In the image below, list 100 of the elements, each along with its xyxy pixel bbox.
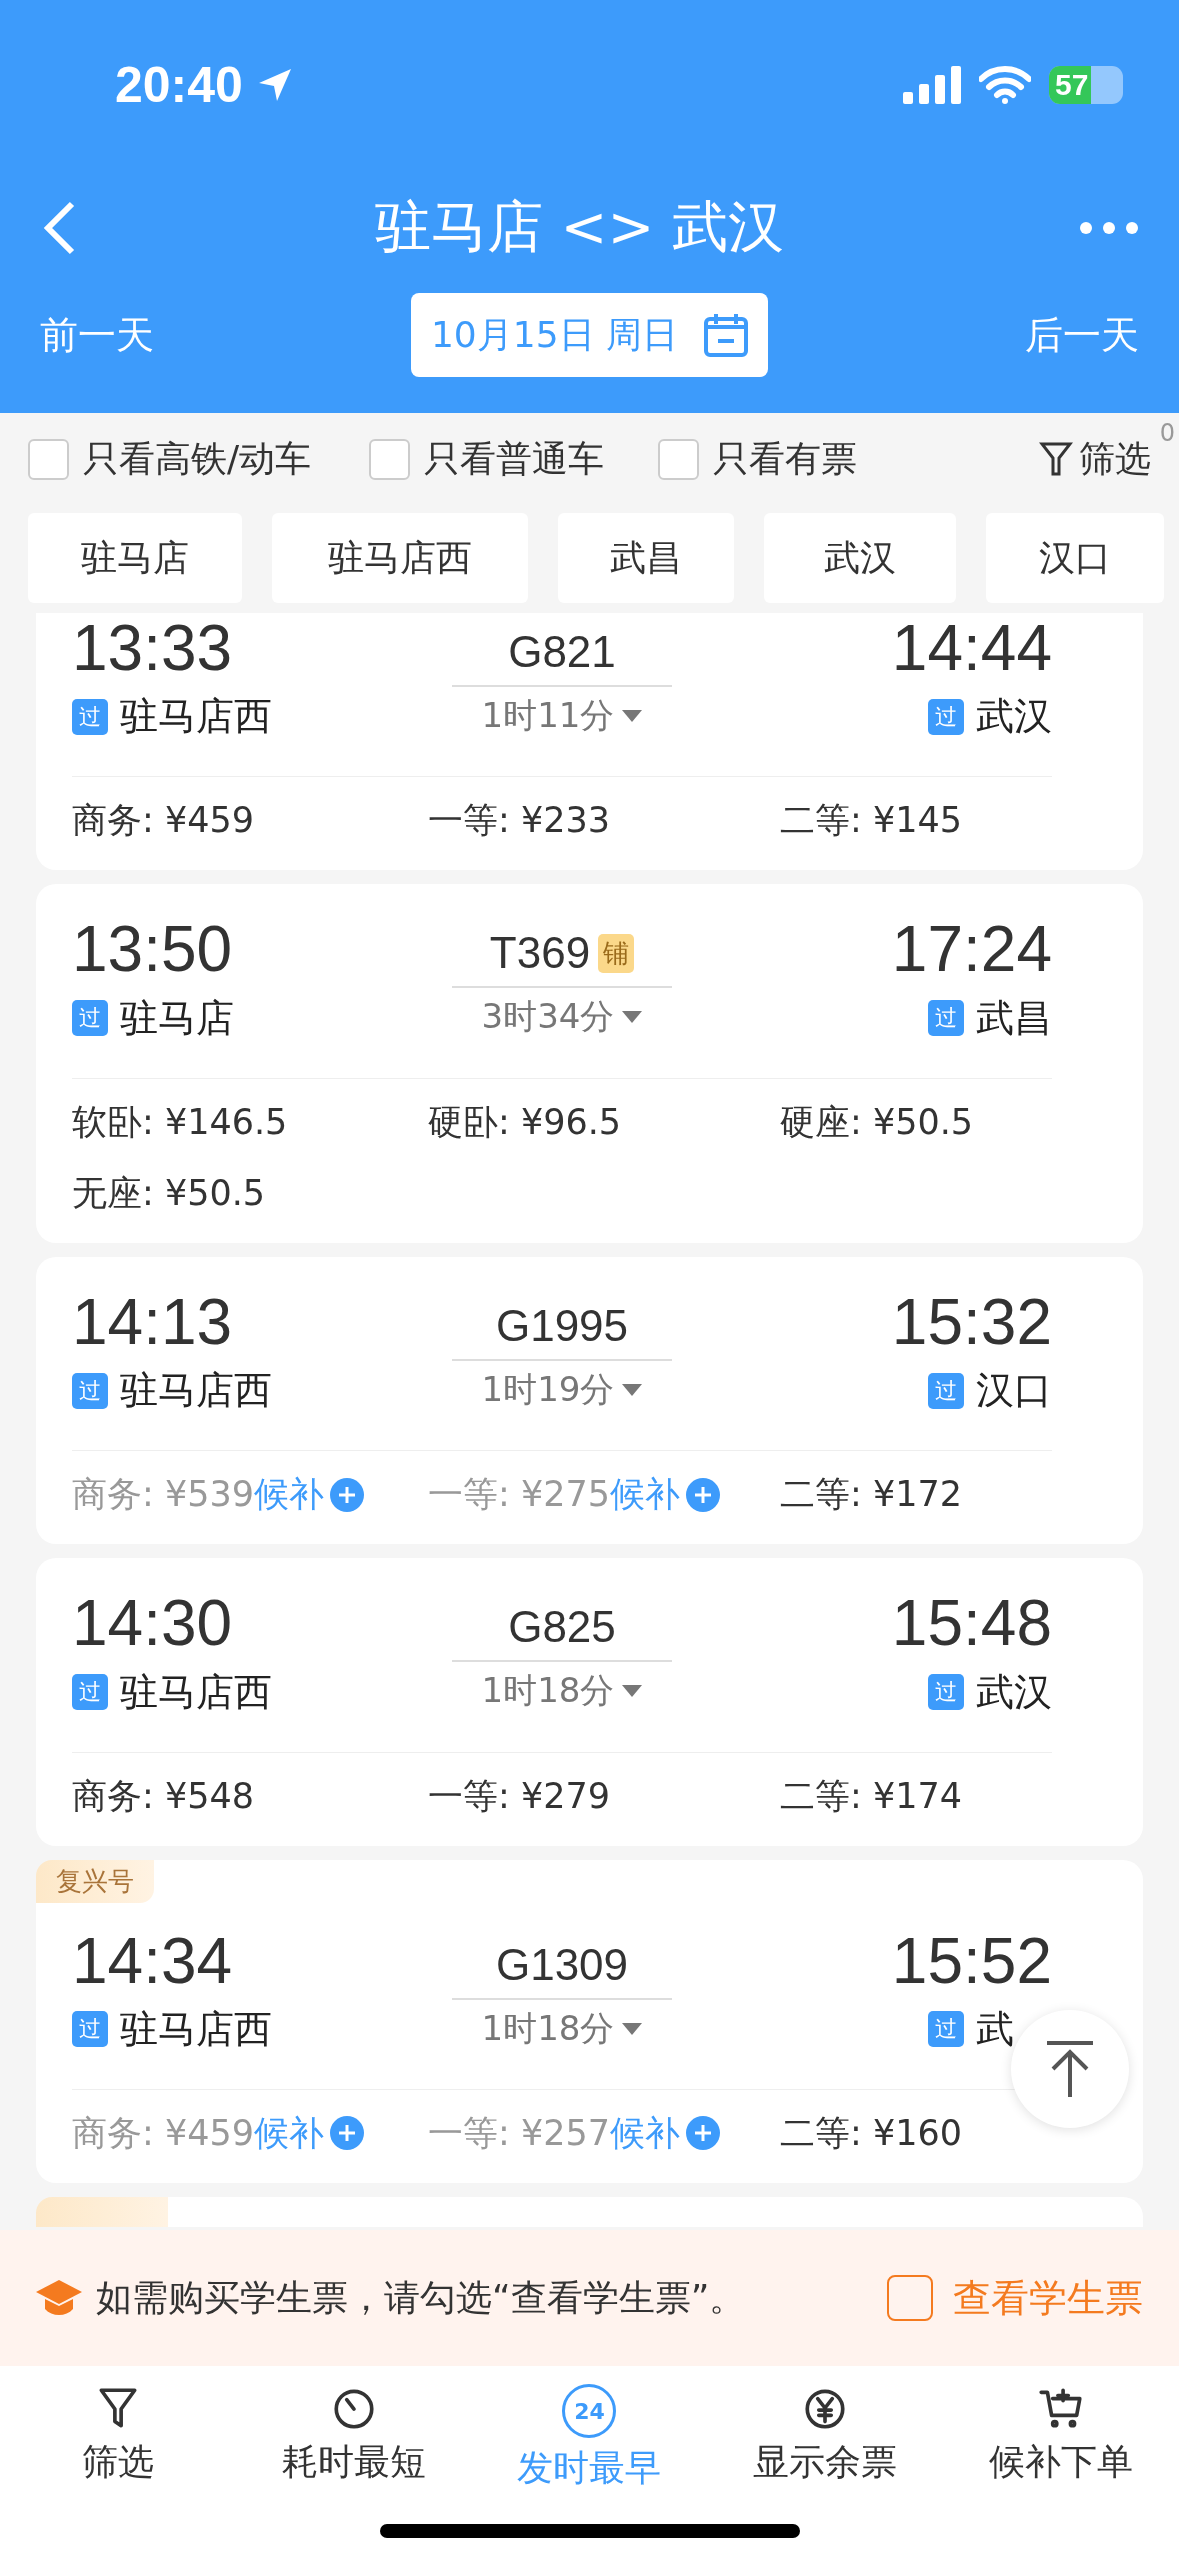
signal-icon [903, 66, 961, 104]
station-tag: 过 [72, 2011, 108, 2048]
arrival-station: 汉口 [976, 1367, 1052, 1415]
train-card[interactable]: 13:50 过 驻马店 T369 铺 3时34分 17:24 过 武昌 软卧: ¥146.5 硬卧: ¥96.5 硬座: ¥50.5 无座: ¥50.5 [36, 884, 1143, 1243]
battery-icon: 57 [1049, 66, 1123, 104]
seat-price: 硬座: ¥50.5 [780, 1100, 974, 1144]
station-tag: 过 [928, 1674, 964, 1711]
caret-icon [622, 710, 643, 722]
filter-checkbox[interactable] [658, 438, 700, 480]
seat-price: 无座: ¥50.5 [72, 1171, 266, 1215]
seat-price: 二等: ¥172 [780, 1473, 962, 1517]
caret-icon [622, 1685, 643, 1698]
caret-icon [622, 2022, 643, 2035]
station-tag: 过 [72, 1000, 108, 1037]
filter-label: 只看普通车 [424, 436, 605, 481]
arrival-station: 武昌 [976, 994, 1052, 1042]
seat-price: 二等: ¥160 [780, 2111, 962, 2155]
train-badge: 复兴号 [36, 1859, 154, 1903]
station-tag: 过 [72, 698, 108, 735]
station-tag: 过 [928, 1000, 964, 1037]
train-card[interactable]: 复兴号 14:34 过 驻马店西 G1309 1时18分 15:52 过 武 商务: ¥459候补 一等: ¥257候补 二等: ¥160 [36, 1859, 1143, 2183]
status-time: 20:40 [115, 56, 243, 114]
arrival-time: 17:24 [891, 914, 1052, 985]
station-tag: 过 [928, 2011, 964, 2048]
seat-price: 软卧: ¥146.5 [72, 1100, 288, 1144]
seat-price: 二等: ¥174 [780, 1774, 962, 1818]
station-tab[interactable]: 驻马店西 [272, 513, 528, 603]
student-ticket-label: 查看学生票 [953, 2274, 1143, 2322]
filter-checkbox[interactable] [369, 438, 411, 480]
wifi-icon [979, 66, 1031, 104]
departure-station: 驻马店西 [120, 2005, 272, 2053]
seat-price: 一等: ¥275 [428, 1473, 610, 1517]
duration-toggle[interactable]: 3时34分 [481, 994, 643, 1041]
train-number: G821 [508, 627, 616, 677]
departure-station: 驻马店 [120, 994, 234, 1042]
arrival-time: 15:48 [891, 1588, 1052, 1659]
graduation-cap-icon [36, 2278, 82, 2318]
departure-time: 14:13 [72, 1286, 233, 1358]
bottom-tab[interactable]: 耗时最短 [235, 2384, 472, 2556]
departure-time: 14:30 [72, 1588, 233, 1659]
seat-price: 一等: ¥257 [428, 2111, 610, 2155]
seat-price: 商务: ¥459 [72, 2111, 254, 2155]
arrow-up-icon [1045, 2039, 1095, 2099]
arrival-station: 武 [976, 2005, 1015, 2053]
arrival-time: 14:44 [891, 613, 1052, 684]
station-tab[interactable]: 武昌 [558, 513, 734, 603]
train-number: G1309 [495, 1939, 629, 1990]
train-card[interactable]: 13:33 过 驻马店西 G821 1时11分 14:44 过 武汉 商务: ¥459 一等: ¥233 二等: ¥145 [36, 613, 1143, 871]
station-tab[interactable]: 汉口 [986, 513, 1164, 603]
add-icon [686, 1477, 720, 1512]
train-card[interactable]: 14:13 过 驻马店西 G1995 1时19分 15:32 过 汉口 商务: ¥539候补 一等: ¥275候补 二等: ¥172 [36, 1256, 1143, 1545]
station-tab[interactable]: 武汉 [764, 513, 956, 603]
caret-icon [622, 1011, 643, 1024]
arrival-station: 武汉 [976, 693, 1052, 741]
arrival-time: 15:52 [891, 1925, 1052, 1996]
seat-price: 一等: ¥233 [428, 799, 610, 843]
arrival-time: 15:32 [891, 1286, 1052, 1358]
departure-station: 驻马店西 [120, 1668, 272, 1716]
calendar-icon [702, 311, 751, 359]
departure-station: 驻马店西 [120, 693, 272, 741]
train-number: G1995 [495, 1300, 629, 1351]
departure-station: 驻马店西 [120, 1367, 272, 1415]
departure-time: 13:33 [72, 613, 233, 684]
duration-toggle[interactable]: 1时11分 [481, 693, 643, 739]
filter-checkbox[interactable] [28, 438, 69, 480]
duration-toggle[interactable]: 1时19分 [481, 1366, 643, 1413]
bottom-tab[interactable]: 候补下单 [943, 2384, 1179, 2556]
add-icon [330, 2116, 364, 2151]
train-number: T369 [489, 928, 591, 979]
seat-price: 商务: ¥539 [72, 1473, 254, 1517]
filter-label: 只看高铁/动车 [83, 436, 312, 481]
departure-time: 14:34 [72, 1925, 233, 1996]
station-tag: 过 [928, 1372, 964, 1409]
student-ticket-checkbox[interactable] [887, 2275, 933, 2321]
duration-toggle[interactable]: 1时18分 [481, 2005, 643, 2052]
seat-price: 二等: ¥145 [780, 799, 962, 843]
seat-price: 一等: ¥279 [428, 1774, 610, 1818]
station-tag: 过 [72, 1372, 108, 1409]
duration-toggle[interactable]: 1时18分 [481, 1668, 643, 1715]
add-icon [686, 2116, 720, 2151]
station-tag: 过 [928, 698, 964, 735]
caret-icon [622, 1383, 643, 1396]
departure-time: 13:50 [72, 914, 233, 985]
notice-text: 如需购买学生票，请勾选“查看学生票”。 [96, 2275, 747, 2320]
bottom-tab[interactable]: 显示余票 [707, 2384, 944, 2556]
station-tab[interactable]: 驻马店 [28, 513, 242, 603]
filter-label: 只看有票 [713, 436, 858, 481]
bottom-tab[interactable]: 筛选 [0, 2384, 236, 2556]
station-tag: 过 [72, 1674, 108, 1711]
add-icon [330, 1477, 364, 1512]
page-title: 驻马店 <> 武汉 [374, 192, 785, 261]
seat-price: 硬卧: ¥96.5 [428, 1100, 622, 1144]
filter-count: 0 [1159, 418, 1175, 447]
train-number: G825 [508, 1602, 616, 1653]
arrival-station: 武汉 [976, 1668, 1052, 1716]
seat-price: 商务: ¥548 [72, 1774, 254, 1818]
filter-icon [1039, 441, 1073, 477]
more-button[interactable] [1079, 220, 1139, 235]
clock-badge-icon: 24 [562, 2384, 617, 2438]
train-card[interactable]: 14:30 过 驻马店西 G825 1时18分 15:48 过 武汉 商务: ¥548 一等: ¥279 二等: ¥174 [36, 1558, 1143, 1846]
